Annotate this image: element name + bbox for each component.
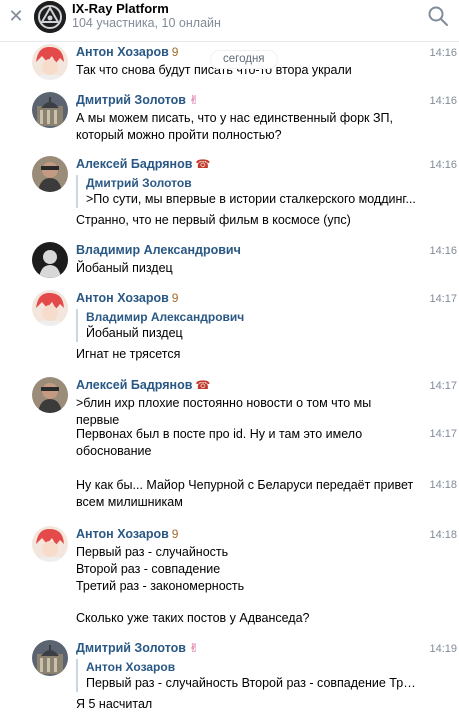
reply-quote[interactable]: Владимир Александрович Йобаный пиздец [76,309,416,342]
badge-icon: ✌ [188,641,200,655]
message-time: 14:18 [429,529,457,541]
message-text-line: Второй раз - совпадение [76,562,221,576]
message-time: 14:16 [429,159,457,171]
message-text: Я 5 насчитал [76,697,153,711]
date-separator: сегодня [211,51,277,68]
avatar[interactable] [32,156,68,192]
message-text: А мы можем писать, что у нас единственны… [76,111,393,142]
message-time: 14:17 [429,293,457,305]
avatar[interactable] [32,526,68,562]
badge-icon: 9 [171,291,179,305]
message-time: 14:16 [429,47,457,59]
message-text: >блин ихр плохие постоянно новости о том… [76,396,372,427]
chat-avatar[interactable] [34,1,66,33]
chat-subtitle: 104 участника, 10 онлайн [72,16,221,30]
message-author[interactable]: Дмитрий Золотов ✌ [76,641,199,655]
message-time: 14:17 [429,428,457,440]
reply-author: Владимир Александрович [86,310,245,324]
close-icon[interactable]: ✕ [6,6,26,26]
message-author[interactable]: Алексей Бадрянов ☎ [76,378,210,392]
message-text: Сколько уже таких постов у Адванседа? [76,611,310,625]
chat-title[interactable]: IX-Ray Platform [72,1,169,16]
message-text: Йобаный пиздец [76,261,173,275]
badge-icon: 9 [171,527,179,541]
message-author[interactable]: Антон Хозаров 9 [76,45,178,59]
message-time: 14:17 [429,380,457,392]
reply-author: Дмитрий Золотов [86,176,192,190]
message-time: 14:18 [429,479,457,491]
message-author[interactable]: Алексей Бадрянов ☎ [76,157,210,171]
message-text: Ну как бы... Майор Чепурной с Беларуси п… [76,478,414,509]
message-text-line: Первый раз - случайность [76,545,229,559]
reply-quote[interactable]: Дмитрий Золотов >По сути, мы впервые в и… [76,175,416,208]
message-author[interactable]: Антон Хозаров 9 [76,291,178,305]
message-time: 14:19 [429,643,457,655]
avatar[interactable] [32,242,68,278]
reply-text: Первый раз - случайность Второй раз - со… [86,676,416,690]
message-time: 14:16 [429,245,457,257]
badge-icon: ☎ [195,378,211,392]
avatar[interactable] [32,290,68,326]
message-text-line: Третий раз - закономерность [76,579,245,593]
search-icon[interactable] [427,5,449,27]
avatar[interactable] [32,92,68,128]
reply-text: Йобаный пиздец [86,326,183,340]
message-time: 14:16 [429,95,457,107]
ixray-logo-icon [34,1,66,33]
message-text: Первонах был в посте про id. Ну и там эт… [76,427,363,458]
message-author[interactable]: Владимир Александрович [76,243,241,257]
avatar[interactable] [32,44,68,80]
reply-quote[interactable]: Антон Хозаров Первый раз - случайность В… [76,659,416,692]
reply-author: Антон Хозаров [86,660,176,674]
message-text: Странно, что не первый фильм в космосе (… [76,213,351,227]
chat-header: ✕ IX-Ray Platform 104 участника, 10 онла… [0,0,459,42]
badge-icon: 9 [171,45,179,59]
message-author[interactable]: Дмитрий Золотов ✌ [76,93,199,107]
badge-icon: ☎ [195,157,211,171]
message-text: Игнат не трясется [76,347,181,361]
reply-text: >По сути, мы впервые в истории сталкерск… [86,192,416,206]
badge-icon: ✌ [188,93,200,107]
avatar[interactable] [32,640,68,676]
message-author[interactable]: Антон Хозаров 9 [76,527,178,541]
avatar[interactable] [32,377,68,413]
